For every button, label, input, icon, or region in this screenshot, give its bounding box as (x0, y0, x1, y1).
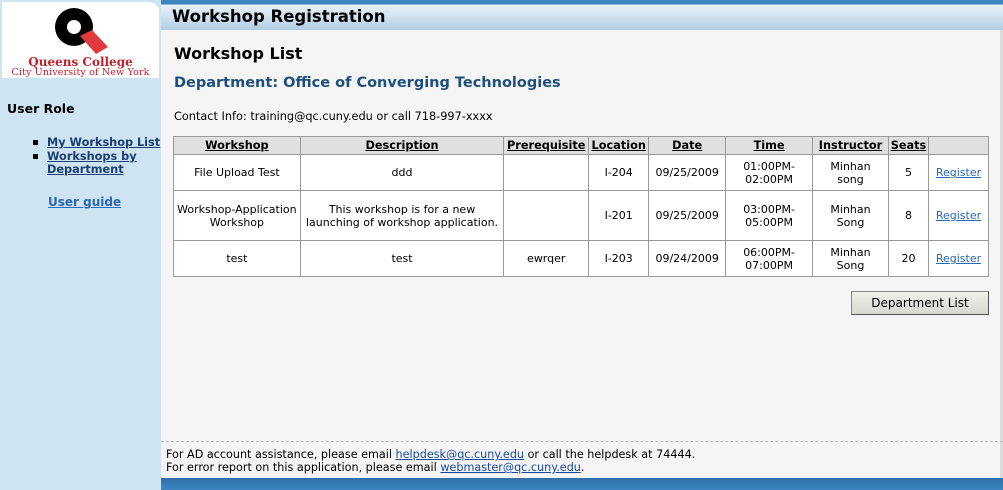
footer-divider (161, 441, 1003, 442)
column-header-seats[interactable]: Seats (887, 136, 929, 155)
cell-seats: 5 (887, 154, 929, 191)
cell-instructor: Minhan song (812, 154, 889, 191)
sort-workshop-link[interactable]: Workshop (205, 139, 269, 152)
table-header-row: Workshop Description Prerequisite Locati… (173, 136, 990, 155)
sort-time-link[interactable]: Time (754, 139, 785, 152)
column-header-workshop[interactable]: Workshop (173, 136, 301, 155)
department-list-button[interactable]: Department List (851, 291, 989, 315)
register-link[interactable]: Register (936, 166, 981, 179)
column-header-description[interactable]: Description (299, 136, 505, 155)
footer: For AD account assistance, please email … (166, 448, 695, 474)
cell-description: ddd (299, 154, 505, 191)
cell-time: 01:00PM-02:00PM (725, 154, 814, 191)
table-row: File Upload Test ddd I-204 09/25/2009 01… (173, 154, 990, 191)
department-title: Department: Office of Converging Technol… (174, 75, 561, 91)
cell-description: test (299, 240, 505, 277)
cell-instructor: Minhan Song (812, 240, 889, 277)
workshops-by-department-link[interactable]: Workshops by Department (47, 150, 167, 176)
sidebar-nav: My Workshop List Workshops by Department (33, 136, 167, 177)
cell-seats: 8 (887, 190, 929, 241)
queens-college-logo[interactable]: Queens College City University of New Yo… (2, 2, 159, 78)
register-link[interactable]: Register (936, 252, 981, 265)
user-role-heading: User Role (7, 101, 75, 116)
cell-workshop: File Upload Test (173, 154, 301, 191)
column-header-action (927, 136, 990, 155)
cell-prerequisite (503, 190, 590, 241)
contact-info: Contact Info: training@qc.cuny.edu or ca… (174, 110, 493, 123)
my-workshop-list-link[interactable]: My Workshop List (47, 136, 167, 149)
cell-date: 09/25/2009 (648, 154, 727, 191)
cell-action: Register (927, 154, 990, 191)
sidebar-item-my-workshop-list: My Workshop List (33, 136, 167, 149)
cell-action: Register (927, 190, 990, 241)
footer-line-error: For error report on this application, pl… (166, 461, 695, 474)
column-header-location[interactable]: Location (588, 136, 650, 155)
footer-text: For AD account assistance, please email (166, 448, 396, 461)
bullet-icon (33, 154, 38, 159)
cell-instructor: Minhan Song (812, 190, 889, 241)
sidebar: Queens College City University of New Yo… (0, 0, 161, 490)
cell-description: This workshop is for a new launching of … (299, 190, 505, 241)
bottom-bar (161, 478, 1003, 490)
table-row: test test ewrqer I-203 09/24/2009 06:00P… (173, 240, 990, 277)
helpdesk-email-link[interactable]: helpdesk@qc.cuny.edu (396, 448, 524, 461)
footer-line-ad: For AD account assistance, please email … (166, 448, 695, 461)
sort-seats-link[interactable]: Seats (891, 139, 927, 152)
column-header-prerequisite[interactable]: Prerequisite (503, 136, 590, 155)
cell-workshop: Workshop-Application Workshop (173, 190, 301, 241)
footer-text: For error report on this application, pl… (166, 461, 441, 474)
app-title: Workshop Registration (172, 7, 386, 26)
user-guide-link[interactable]: User guide (48, 195, 121, 209)
table-row: Workshop-Application Workshop This works… (173, 190, 990, 241)
webmaster-email-link[interactable]: webmaster@qc.cuny.edu (440, 461, 581, 474)
sort-description-link[interactable]: Description (365, 139, 438, 152)
bullet-icon (33, 140, 38, 145)
sidebar-item-workshops-by-department: Workshops by Department (33, 150, 167, 176)
cell-seats: 20 (887, 240, 929, 277)
logo-name-line2: City University of New York (11, 67, 150, 78)
cell-date: 09/24/2009 (648, 240, 727, 277)
page-title: Workshop List (174, 44, 303, 63)
cell-date: 09/25/2009 (648, 190, 727, 241)
cell-location: I-201 (588, 190, 650, 241)
sort-date-link[interactable]: Date (672, 139, 702, 152)
footer-text: or call the helpdesk at 74444. (524, 448, 696, 461)
sort-instructor-link[interactable]: Instructor (819, 139, 882, 152)
cell-time: 06:00PM-07:00PM (725, 240, 814, 277)
sort-prerequisite-link[interactable]: Prerequisite (507, 139, 585, 152)
footer-text: . (580, 461, 585, 474)
cell-location: I-204 (588, 154, 650, 191)
cell-prerequisite (503, 154, 590, 191)
sort-location-link[interactable]: Location (592, 139, 646, 152)
cell-workshop: test (173, 240, 301, 277)
logo-q-icon (55, 8, 108, 54)
cell-location: I-203 (588, 240, 650, 277)
workshop-table: Workshop Description Prerequisite Locati… (173, 136, 990, 277)
cell-action: Register (927, 240, 990, 277)
cell-prerequisite: ewrqer (503, 240, 590, 277)
column-header-time[interactable]: Time (725, 136, 814, 155)
column-header-date[interactable]: Date (648, 136, 727, 155)
register-link[interactable]: Register (936, 209, 981, 222)
column-header-instructor[interactable]: Instructor (812, 136, 889, 155)
cell-time: 03:00PM-05:00PM (725, 190, 814, 241)
